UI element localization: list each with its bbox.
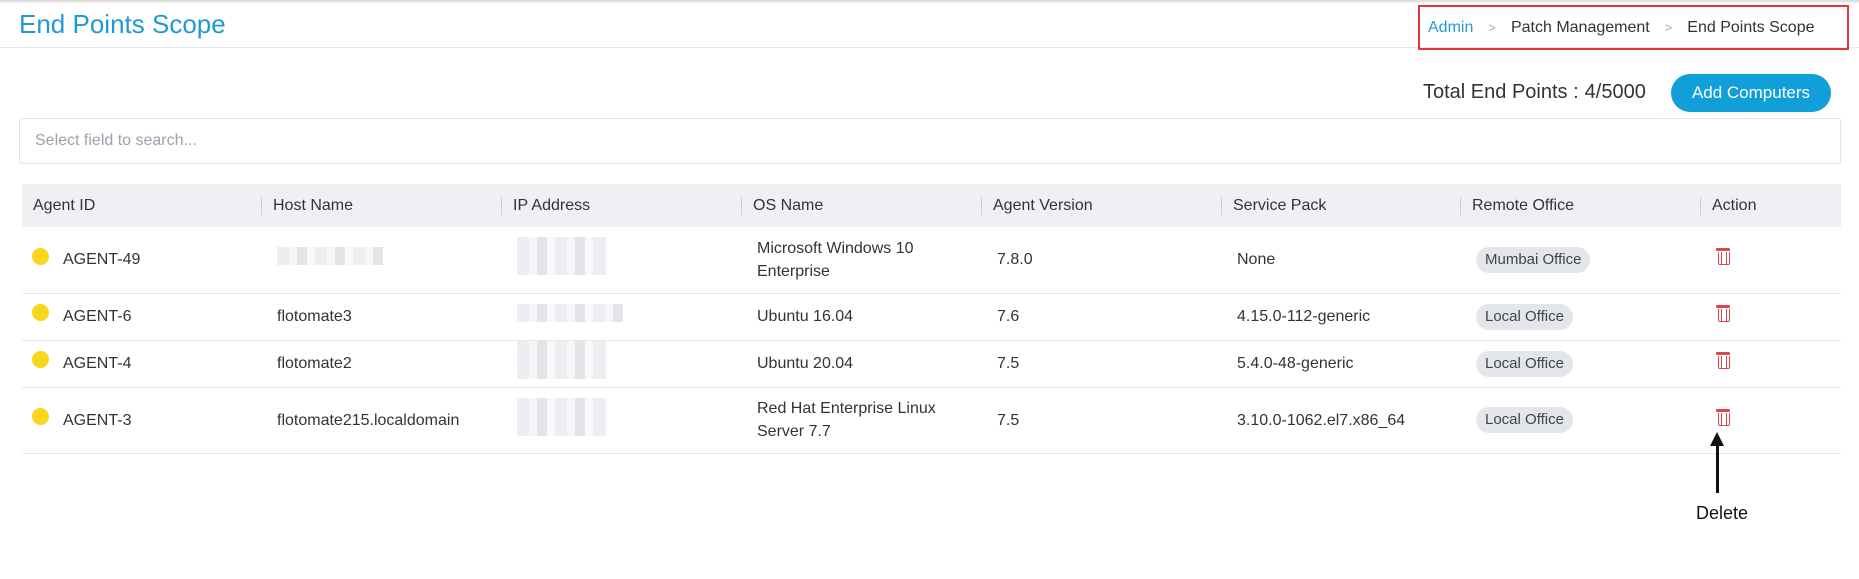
trash-icon[interactable] <box>1716 248 1730 266</box>
redacted-ip-address <box>517 237 607 276</box>
os-name-cell: Ubuntu 20.04 <box>742 340 982 388</box>
table-row[interactable]: AGENT-3 flotomate215.localdomain Red Hat… <box>22 387 1841 454</box>
trash-icon[interactable] <box>1716 352 1730 369</box>
total-endpoints: Total End Points :4/5000 <box>1423 81 1646 104</box>
chevron-right-icon: > <box>1488 20 1496 35</box>
column-header-ip-address[interactable]: IP Address <box>501 184 742 227</box>
agent-version-cell: 7.6 <box>982 293 1222 341</box>
action-cell <box>1701 227 1841 294</box>
os-name-cell: Microsoft Windows 10 Enterprise <box>742 227 982 294</box>
ip-address-cell <box>502 293 742 341</box>
agent-version-cell: 7.5 <box>982 340 1222 388</box>
status-dot-icon <box>32 351 49 369</box>
table-row[interactable]: AGENT-49 Microsoft Windows 10 Enterprise… <box>22 227 1841 294</box>
delete-annotation-label: Delete <box>1696 503 1749 523</box>
total-endpoints-label: Total End Points : <box>1423 81 1579 103</box>
remote-office-cell: Local Office <box>1461 387 1701 454</box>
column-header-action: Action <box>1700 184 1841 227</box>
agent-id-cell: AGENT-6 <box>22 293 262 341</box>
action-cell <box>1701 293 1841 341</box>
status-dot-icon <box>32 407 49 425</box>
breadcrumb: Admin > Patch Management > End Points Sc… <box>1418 5 1849 50</box>
os-name-cell: Red Hat Enterprise Linux Server 7.7 <box>742 387 982 454</box>
column-header-host-name[interactable]: Host Name <box>261 184 502 227</box>
chevron-right-icon: > <box>1664 20 1673 35</box>
ip-address-cell <box>502 340 742 388</box>
table-row[interactable]: AGENT-6 flotomate3 Ubuntu 16.04 7.6 4.15… <box>22 293 1841 341</box>
remote-office-cell: Local Office <box>1461 340 1701 388</box>
column-header-agent-version[interactable]: Agent Version <box>981 184 1222 227</box>
column-header-agent-id[interactable]: Agent ID <box>22 184 262 227</box>
table-row[interactable]: AGENT-4 flotomate2 Ubuntu 20.04 7.5 5.4.… <box>22 340 1841 388</box>
ip-address-cell <box>502 387 742 454</box>
column-header-remote-office[interactable]: Remote Office <box>1460 184 1701 227</box>
arrow-up-icon <box>1710 432 1724 446</box>
redacted-ip-address <box>517 341 607 379</box>
action-cell <box>1701 340 1841 388</box>
service-pack-cell: 4.15.0-112-generic <box>1222 293 1461 341</box>
remote-office-badge: Local Office <box>1476 350 1573 377</box>
add-computers-button[interactable]: Add Computers <box>1671 74 1831 112</box>
redacted-ip-address <box>517 304 623 322</box>
service-pack-cell: 3.10.0-1062.el7.x86_64 <box>1222 387 1461 454</box>
trash-icon[interactable] <box>1716 408 1730 426</box>
agent-id[interactable]: AGENT-49 <box>63 251 140 268</box>
annotation-arrow-shaft <box>1716 445 1719 493</box>
total-endpoints-value: 4/5000 <box>1584 81 1646 103</box>
os-name-cell: Ubuntu 16.04 <box>742 293 982 341</box>
redacted-ip-address <box>517 397 607 436</box>
breadcrumb-admin[interactable]: Admin <box>1428 19 1473 37</box>
page-title: End Points Scope <box>19 9 226 39</box>
table-header-row: Agent ID Host Name IP Address OS Name Ag… <box>22 184 1841 227</box>
host-name-cell: flotomate215.localdomain <box>262 387 502 454</box>
remote-office-badge: Mumbai Office <box>1476 246 1591 273</box>
status-dot-icon <box>32 247 49 265</box>
host-name-cell <box>262 227 502 294</box>
agent-version-cell: 7.8.0 <box>982 227 1222 294</box>
endpoints-table: Agent ID Host Name IP Address OS Name Ag… <box>22 184 1841 454</box>
agent-id-cell: AGENT-3 <box>22 387 262 454</box>
remote-office-cell: Local Office <box>1461 293 1701 341</box>
service-pack-cell: 5.4.0-48-generic <box>1222 340 1461 388</box>
status-dot-icon <box>32 304 49 322</box>
remote-office-cell: Mumbai Office <box>1461 227 1701 294</box>
agent-id[interactable]: AGENT-3 <box>63 412 131 429</box>
breadcrumb-patch-management[interactable]: Patch Management <box>1511 19 1650 37</box>
breadcrumb-end-points-scope: End Points Scope <box>1687 18 1815 36</box>
service-pack-cell: None <box>1222 227 1461 294</box>
ip-address-cell <box>502 227 742 294</box>
host-name-cell: flotomate2 <box>262 340 502 388</box>
agent-id-cell: AGENT-49 <box>22 227 262 294</box>
remote-office-badge: Local Office <box>1476 407 1573 433</box>
redacted-host-name <box>277 247 383 266</box>
column-header-os-name[interactable]: OS Name <box>741 184 982 227</box>
agent-version-cell: 7.5 <box>982 387 1222 454</box>
agent-id[interactable]: AGENT-6 <box>63 308 131 325</box>
column-header-service-pack[interactable]: Service Pack <box>1221 184 1461 227</box>
agent-id[interactable]: AGENT-4 <box>63 355 131 372</box>
host-name-cell: flotomate3 <box>262 293 502 341</box>
trash-icon[interactable] <box>1716 305 1730 322</box>
remote-office-badge: Local Office <box>1476 303 1573 330</box>
search-input[interactable] <box>19 118 1841 164</box>
agent-id-cell: AGENT-4 <box>22 340 262 388</box>
